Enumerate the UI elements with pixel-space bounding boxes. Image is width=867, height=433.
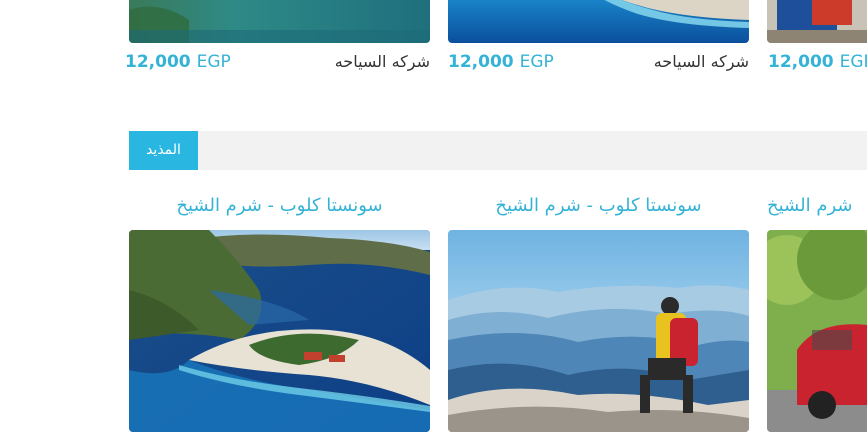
price-currency: EGP bbox=[839, 52, 867, 72]
top-card-1-price: 12,000 EGP bbox=[125, 51, 231, 73]
top-card-3-price: 12,000EGP bbox=[768, 51, 867, 73]
bottom-card-2-image[interactable] bbox=[448, 230, 749, 432]
bottom-card-2-title[interactable]: سونستا كلوب - شرم الشيخ bbox=[448, 193, 749, 219]
top-card-1-image[interactable] bbox=[129, 0, 430, 43]
more-bar bbox=[129, 131, 867, 170]
bottom-card-3-image[interactable] bbox=[767, 230, 867, 432]
price-amount: 12,000 bbox=[125, 52, 191, 72]
price-currency: EGP bbox=[196, 52, 231, 72]
top-card-1-company[interactable]: شركه السياحه bbox=[300, 51, 430, 73]
top-card-3-image[interactable] bbox=[767, 0, 867, 43]
top-card-2-price: 12,000 EGP bbox=[448, 51, 554, 73]
price-amount: 12,000 bbox=[768, 52, 834, 72]
price-amount: 12,000 bbox=[448, 52, 514, 72]
top-card-2-image[interactable] bbox=[448, 0, 749, 43]
bottom-card-1-title[interactable]: سونستا كلوب - شرم الشيخ bbox=[129, 193, 430, 219]
price-currency: EGP bbox=[519, 52, 554, 72]
more-button[interactable]: المذيد bbox=[129, 131, 198, 170]
bottom-card-1-image[interactable] bbox=[129, 230, 430, 432]
top-card-2-company[interactable]: شركه السياحه bbox=[619, 51, 749, 73]
bottom-card-3-title[interactable]: شرم الشيخ bbox=[767, 193, 867, 219]
